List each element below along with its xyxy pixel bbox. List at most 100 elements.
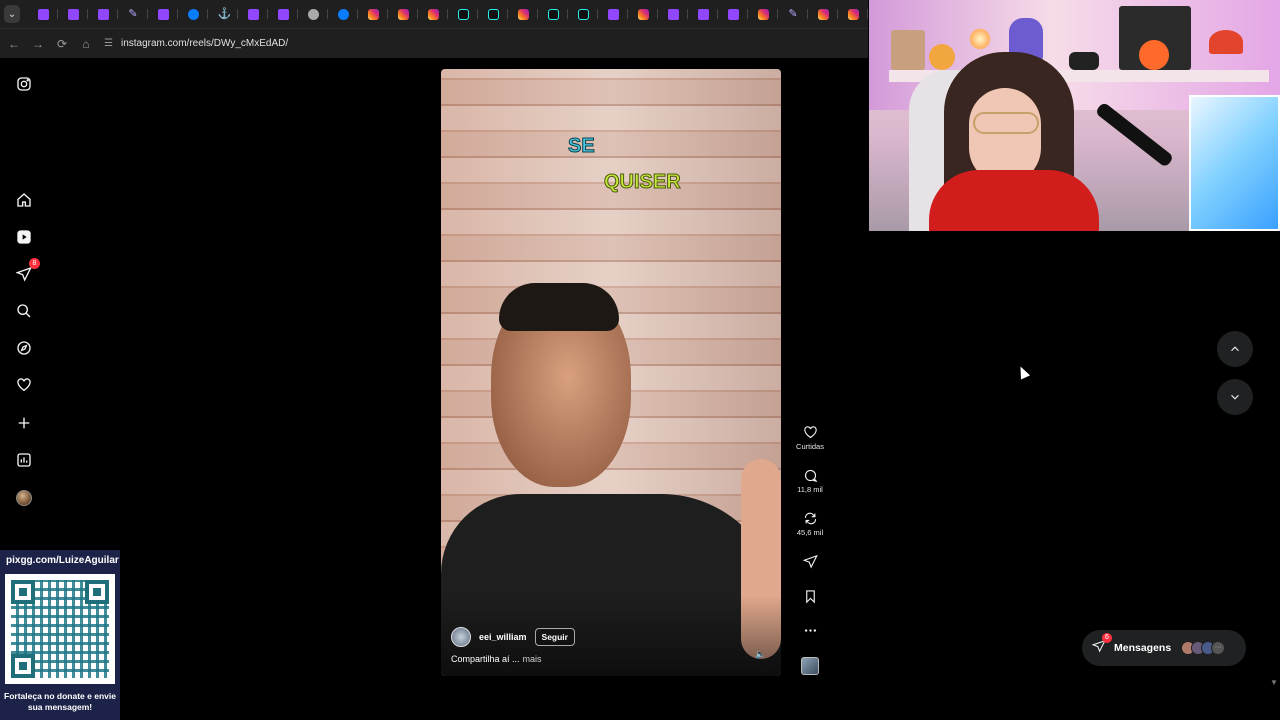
browser-tab[interactable]: ⚓ xyxy=(208,3,238,25)
mouse-cursor xyxy=(1015,364,1031,380)
direct-badge: 8 xyxy=(29,258,40,269)
browser-tab[interactable] xyxy=(538,3,568,25)
browser-tab[interactable] xyxy=(268,3,298,25)
pc-case xyxy=(1189,95,1280,231)
mute-icon[interactable]: 🔈 xyxy=(754,649,768,663)
browser-tab[interactable] xyxy=(628,3,658,25)
comment-icon xyxy=(804,469,818,483)
scroll-down-arrow-icon[interactable]: ▼ xyxy=(1270,678,1278,687)
insta-favicon-icon xyxy=(847,8,859,20)
reel-video[interactable]: SE QUISER eei_william Seguir Compartilha… xyxy=(441,69,781,676)
like-action[interactable]: Curtidas xyxy=(790,425,830,451)
profile-avatar[interactable] xyxy=(14,488,34,508)
direct-icon: 6 xyxy=(1091,632,1112,658)
chevron-up-icon xyxy=(1231,346,1239,352)
browser-tab[interactable] xyxy=(88,3,118,25)
microphone-arm xyxy=(1094,101,1175,168)
insta-favicon-icon xyxy=(817,8,829,20)
meta-favicon-icon xyxy=(187,8,199,20)
browser-tab[interactable] xyxy=(448,3,478,25)
caption-word-1: SE xyxy=(568,135,596,158)
browser-tab[interactable] xyxy=(568,3,598,25)
more-options[interactable] xyxy=(790,623,830,638)
twitch-favicon-icon xyxy=(67,8,79,20)
donation-message: Fortaleça no donate e envie sua mensagem… xyxy=(4,691,116,712)
previous-reel-button[interactable] xyxy=(1217,331,1253,367)
reels-icon[interactable] xyxy=(14,227,34,247)
browser-tab[interactable] xyxy=(388,3,418,25)
browser-tab[interactable] xyxy=(238,3,268,25)
globe-favicon-icon xyxy=(307,8,319,20)
meta-favicon-icon xyxy=(337,8,349,20)
home-icon[interactable] xyxy=(14,190,34,210)
browser-tab[interactable] xyxy=(358,3,388,25)
author-username[interactable]: eei_william xyxy=(479,632,527,642)
more-link[interactable]: mais xyxy=(523,654,542,664)
comment-action[interactable]: 11,8 mil xyxy=(790,468,830,494)
browser-tab[interactable]: ✎ xyxy=(778,3,808,25)
browser-tab[interactable] xyxy=(328,3,358,25)
browser-tab[interactable] xyxy=(748,3,778,25)
messages-button[interactable]: 6 Mensagens ··· xyxy=(1082,630,1246,666)
insta-favicon-icon xyxy=(517,8,529,20)
browser-tab[interactable] xyxy=(838,3,868,25)
heart-icon[interactable] xyxy=(14,375,34,395)
repost-action[interactable]: 45,6 mil xyxy=(790,511,830,537)
description-text: Compartilha aí ... xyxy=(451,654,520,664)
url-text: instagram.com/reels/DWy_cMxEdAD/ xyxy=(120,38,289,49)
reload-button[interactable]: ⟳ xyxy=(50,32,74,56)
anchor-favicon-icon: ⚓ xyxy=(217,7,232,20)
browser-tab[interactable] xyxy=(508,3,538,25)
site-info-icon[interactable]: ☰ xyxy=(104,38,113,49)
twitch-favicon-icon xyxy=(157,8,169,20)
tiktok-favicon-icon xyxy=(547,8,559,20)
browser-tab[interactable] xyxy=(808,3,838,25)
reel-author: eei_william Seguir xyxy=(451,627,575,647)
tiktok-favicon-icon xyxy=(577,8,589,20)
home-button[interactable]: ⌂ xyxy=(74,32,98,56)
donation-url: pixgg.com/LuizeAguilar xyxy=(6,555,119,566)
search-icon[interactable] xyxy=(14,301,34,321)
save-action[interactable] xyxy=(790,589,830,604)
browser-tab[interactable] xyxy=(148,3,178,25)
explore-icon[interactable] xyxy=(14,338,34,358)
repost-count: 45,6 mil xyxy=(796,528,824,537)
dashboard-icon[interactable] xyxy=(14,450,34,470)
omnibox[interactable]: ☰ instagram.com/reels/DWy_cMxEdAD/ xyxy=(104,32,288,56)
browser-tab[interactable] xyxy=(598,3,628,25)
browser-tab[interactable] xyxy=(658,3,688,25)
audio-thumbnail[interactable] xyxy=(790,657,830,675)
share-action[interactable] xyxy=(790,554,830,569)
browser-tab[interactable] xyxy=(418,3,448,25)
repost-icon xyxy=(804,512,816,525)
browser-tab[interactable] xyxy=(28,3,58,25)
direct-icon[interactable]: 8 xyxy=(14,258,40,284)
message-avatars: ··· xyxy=(1181,641,1226,655)
comment-count: 11,8 mil xyxy=(797,485,823,494)
qr-code xyxy=(5,574,115,684)
instagram-logo-icon[interactable] xyxy=(14,74,34,94)
browser-tab[interactable] xyxy=(718,3,748,25)
back-button[interactable]: ← xyxy=(2,32,26,56)
author-avatar[interactable] xyxy=(451,627,471,647)
like-label: Curtidas xyxy=(796,442,824,451)
bookmark-icon xyxy=(805,590,815,604)
twitch-favicon-icon xyxy=(37,8,49,20)
insta-favicon-icon xyxy=(757,8,769,20)
browser-tab[interactable]: ✎ xyxy=(118,3,148,25)
browser-tab[interactable] xyxy=(178,3,208,25)
tab-list: ✎ ⚓ ✎ xyxy=(28,3,868,25)
tab-search-dropdown[interactable]: ⌄ xyxy=(4,5,20,23)
browser-tab[interactable] xyxy=(58,3,88,25)
screen: ⌄ ✎ ⚓ ✎ ← → ⟳ ⌂ ☰ instagram.com/reels/DWy_… xyxy=(0,0,1280,720)
next-reel-button[interactable] xyxy=(1217,379,1253,415)
browser-tab[interactable] xyxy=(298,3,328,25)
twitch-favicon-icon xyxy=(277,8,289,20)
forward-button[interactable]: → xyxy=(26,32,50,56)
plus-icon[interactable] xyxy=(14,413,34,433)
browser-tab[interactable] xyxy=(478,3,508,25)
more-icon xyxy=(804,629,816,632)
twitch-favicon-icon xyxy=(697,8,709,20)
follow-button[interactable]: Seguir xyxy=(534,628,575,646)
browser-tab[interactable] xyxy=(688,3,718,25)
